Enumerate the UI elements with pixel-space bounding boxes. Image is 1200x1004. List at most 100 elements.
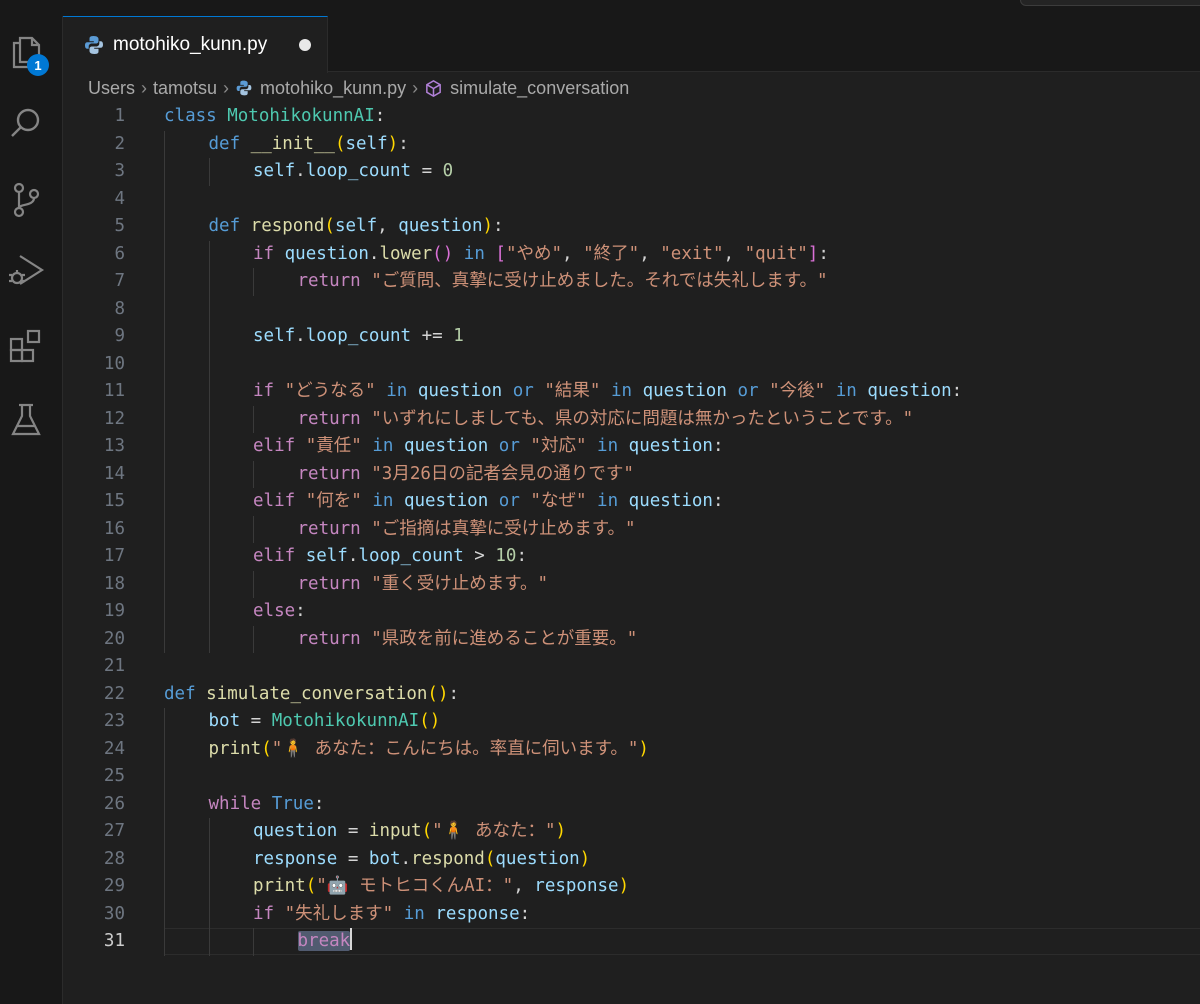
code-line[interactable]: 13 elif "責任" in question or "対応" in quest… (63, 433, 1200, 461)
code-token: . (295, 161, 306, 181)
code-token: in (835, 381, 857, 401)
line-number: 19 (103, 601, 125, 621)
code-token: 10 (495, 546, 517, 566)
line-number: 5 (114, 216, 125, 236)
title-bar (0, 0, 1200, 17)
line-number: 11 (103, 381, 125, 401)
code-line[interactable]: 6 if question.lower() in ["やめ", "終了", "ex… (63, 240, 1200, 268)
code-text: bot = MotohikokunnAI() (209, 708, 441, 736)
code-line[interactable]: 2 def __init__(self): (63, 130, 1200, 158)
code-token: = (240, 711, 272, 731)
breadcrumb-item-tamotsu[interactable]: tamotsu (153, 78, 217, 99)
code-line[interactable]: 7 return "ご質問、真摯に受け止めました。それでは失礼します。" (63, 268, 1200, 296)
indent-guide (253, 268, 254, 296)
indent-guide (208, 543, 210, 571)
indent-guide (164, 735, 165, 763)
tab-motohiko-kunn[interactable]: motohiko_kunn.py (63, 16, 328, 73)
command-center-search[interactable] (1020, 0, 1200, 6)
indent-guide (164, 625, 165, 653)
code-token: input (368, 821, 422, 841)
code-line[interactable]: 31 break (63, 928, 1200, 956)
code-token: ( (421, 821, 433, 841)
code-line[interactable]: 14 return "3月26日の記者会見の通りです" (63, 460, 1200, 488)
code-line[interactable]: 9 self.loop_count += 1 (63, 323, 1200, 351)
code-line[interactable]: 26 while True: (63, 790, 1200, 818)
code-token: () (427, 683, 449, 704)
code-token: ) (387, 133, 399, 154)
code-line[interactable]: 28 response = bot.respond(question) (63, 845, 1200, 873)
code-line[interactable]: 3 self.loop_count = 0 (63, 158, 1200, 186)
code-line[interactable]: 17 elif self.loop_count > 10: (63, 543, 1200, 571)
code-line[interactable]: 30 if "失礼します" in response: (63, 900, 1200, 928)
code-line[interactable]: 21 (63, 653, 1200, 681)
code-token: "やめ" (505, 243, 563, 264)
chevron-right-icon: › (223, 77, 230, 98)
run-and-debug-icon[interactable] (4, 248, 48, 292)
code-token: . (400, 848, 412, 869)
activity-bar: 1 (0, 16, 63, 1004)
indent-guide (208, 240, 210, 268)
line-number: 18 (103, 573, 125, 594)
code-line[interactable]: 12 return "いずれにしましても、県の対応に問題は無かったということです。… (63, 405, 1200, 433)
extensions-icon[interactable] (4, 324, 48, 368)
code-line[interactable]: 4 (63, 185, 1200, 213)
code-line[interactable]: 10 (63, 350, 1200, 378)
testing-icon[interactable] (4, 398, 48, 442)
code-line[interactable]: 15 elif "何を" in question or "なぜ" in quest… (63, 488, 1200, 516)
code-editor[interactable]: 1 class MotohikokunnAI: 2 def __init__(self… (63, 103, 1200, 1004)
code-line[interactable]: 22 def simulate_conversation(): (63, 681, 1200, 709)
indent-guide (164, 873, 165, 901)
code-token: : (398, 133, 409, 154)
code-line[interactable]: 29 print("🤖 モトヒコくんAI：", response) (63, 873, 1200, 901)
code-line[interactable]: 8 (63, 295, 1200, 323)
search-icon[interactable] (4, 102, 48, 146)
code-token: ) (579, 848, 591, 869)
indent-guide (208, 405, 210, 433)
indent-guide (208, 295, 210, 323)
line-number: 25 (103, 766, 125, 786)
unsaved-dot-icon[interactable] (299, 39, 311, 51)
code-token: "失礼します" (284, 903, 394, 924)
breadcrumb-item-file[interactable]: motohiko_kunn.py (260, 78, 406, 99)
code-token: self (334, 216, 378, 236)
code-token: in (386, 381, 408, 401)
code-line[interactable]: 16 return "ご指摘は真摯に受け止めます。" (63, 515, 1200, 543)
code-line[interactable]: 27 question = input("🧍 あなた：") (63, 818, 1200, 846)
code-token: self (305, 546, 348, 566)
code-text: elif "何を" in question or "なぜ" in questio… (253, 488, 724, 516)
line-number: 13 (103, 436, 125, 456)
indent-guide (164, 928, 165, 956)
code-token: , (562, 243, 584, 264)
code-token: if (253, 903, 275, 924)
code-token: respond (411, 848, 485, 869)
code-line[interactable]: 20 return "県政を前に進めることが重要。" (63, 625, 1200, 654)
chevron-right-icon: › (412, 77, 419, 98)
code-line[interactable]: 5 def respond(self, question): (63, 213, 1200, 241)
code-token: > (463, 546, 496, 566)
code-line[interactable]: 23 bot = MotohikokunnAI() (63, 708, 1200, 736)
indent-guide (208, 433, 210, 461)
code-line[interactable]: 25 (63, 763, 1200, 791)
line-number: 22 (103, 683, 125, 704)
breadcrumb: Users › tamotsu › motohiko_kunn.py › sim… (88, 76, 629, 100)
breadcrumb-item-users[interactable]: Users (88, 78, 135, 99)
code-line[interactable]: 18 return "重く受け止めます。" (63, 570, 1200, 598)
code-token: or (498, 436, 520, 456)
code-line[interactable]: 24 print("🧍 あなた：こんにちは。率直に伺います。") (63, 735, 1200, 763)
code-line[interactable]: 11 if "どうなる" in question or "結果" in quest… (63, 378, 1200, 406)
breadcrumb-item-function[interactable]: simulate_conversation (450, 78, 629, 99)
code-line[interactable]: 19 else: (63, 598, 1200, 626)
code-line[interactable]: 1 class MotohikokunnAI: (63, 103, 1200, 131)
code-text: return "県政を前に進めることが重要。" (298, 626, 638, 654)
source-control-icon[interactable] (4, 178, 48, 222)
